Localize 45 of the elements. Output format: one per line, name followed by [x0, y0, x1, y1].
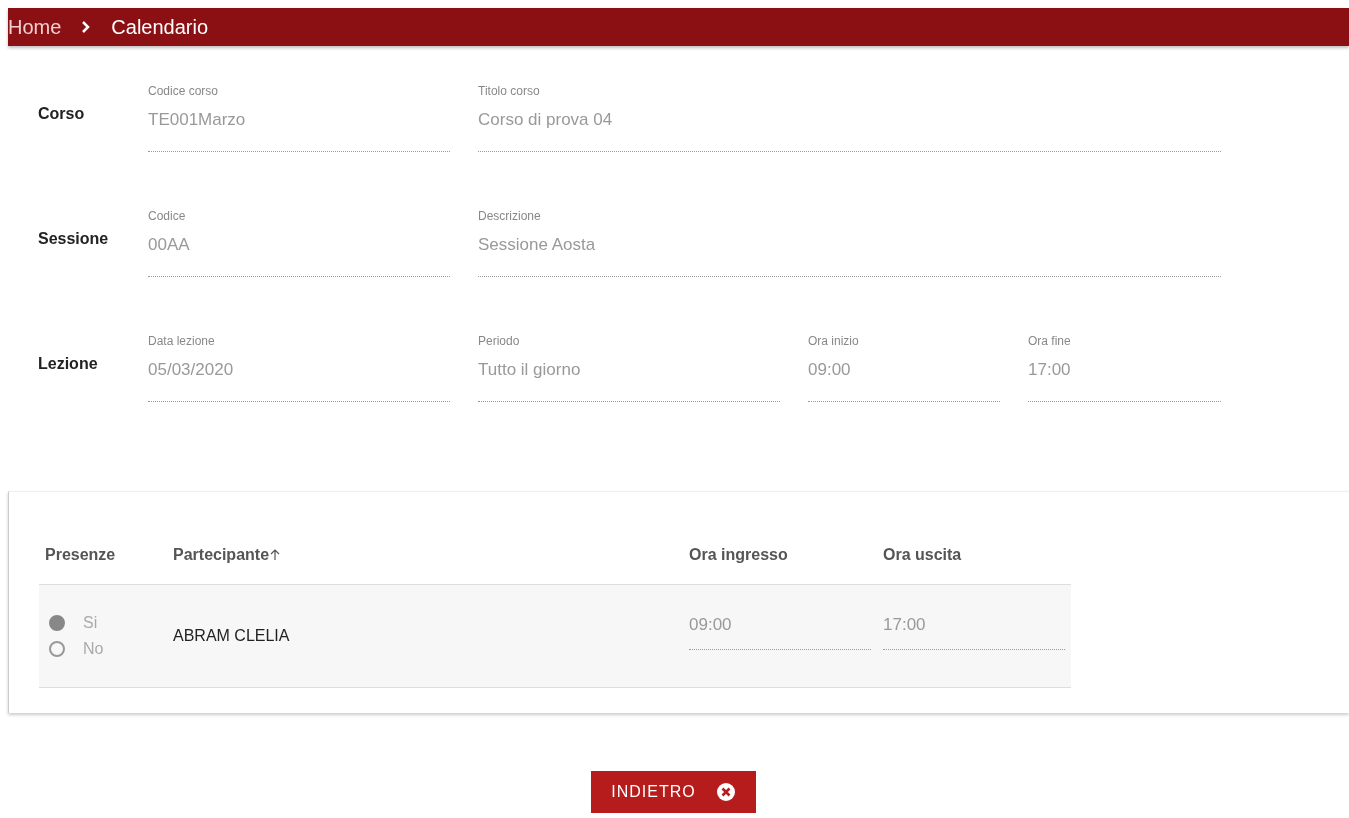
- breadcrumb-current: Calendario: [111, 15, 209, 39]
- field-label: Titolo corso: [478, 84, 541, 98]
- radio-label: No: [83, 640, 104, 658]
- close-icon: [715, 782, 736, 802]
- field-value: Sessione Aosta: [478, 235, 597, 255]
- field-value: 09:00: [808, 360, 852, 380]
- section-label: Lezione: [38, 355, 99, 374]
- text-field[interactable]: Data lezione 05/03/2020: [148, 334, 450, 402]
- column-header[interactable]: Ora ingresso: [689, 546, 883, 584]
- radio-button[interactable]: [49, 615, 65, 631]
- back-button[interactable]: INDIETRO: [591, 771, 756, 813]
- field-value: Tutto il giorno: [478, 360, 582, 380]
- field-label: Ora inizio: [808, 334, 860, 348]
- text-field[interactable]: Codice 00AA: [148, 209, 450, 277]
- text-field[interactable]: Descrizione Sessione Aosta: [478, 209, 1221, 277]
- column-header[interactable]: Partecipante: [173, 546, 689, 584]
- radio-option[interactable]: No: [49, 640, 173, 658]
- breadcrumb-link[interactable]: Home: [8, 15, 62, 39]
- time-field[interactable]: 17:00: [883, 614, 1065, 650]
- text-field[interactable]: Periodo Tutto il giorno: [478, 334, 780, 402]
- text-field[interactable]: Ora fine 17:00: [1028, 334, 1221, 402]
- radio-button[interactable]: [49, 641, 65, 657]
- field-value: TE001Marzo: [148, 110, 247, 130]
- field-label: Codice corso: [148, 84, 220, 98]
- field-label: Ora fine: [1028, 334, 1072, 348]
- field-value: 00AA: [148, 235, 191, 255]
- radio-option[interactable]: Si: [49, 614, 173, 632]
- field-label: Data lezione: [148, 334, 216, 348]
- section-label: Sessione: [38, 230, 110, 249]
- text-field[interactable]: Titolo corso Corso di prova 04: [478, 84, 1221, 152]
- field-value: 05/03/2020: [148, 360, 235, 380]
- participant-name: ABRAM CLELIA: [173, 627, 290, 644]
- chevron-right-icon: [81, 20, 92, 34]
- radio-label: Si: [83, 614, 98, 632]
- text-field[interactable]: Codice corso TE001Marzo: [148, 84, 450, 152]
- text-field[interactable]: Ora inizio 09:00: [808, 334, 1000, 402]
- field-label: Descrizione: [478, 209, 542, 223]
- field-value: Corso di prova 04: [478, 110, 614, 130]
- field-label: Codice: [148, 209, 187, 223]
- field-value: 17:00: [1028, 360, 1072, 380]
- column-header[interactable]: Ora uscita: [883, 546, 1071, 584]
- time-field[interactable]: 09:00: [689, 614, 871, 650]
- section-label: Corso: [38, 105, 86, 124]
- field-label: Periodo: [478, 334, 521, 348]
- column-header[interactable]: Presenze: [39, 546, 173, 584]
